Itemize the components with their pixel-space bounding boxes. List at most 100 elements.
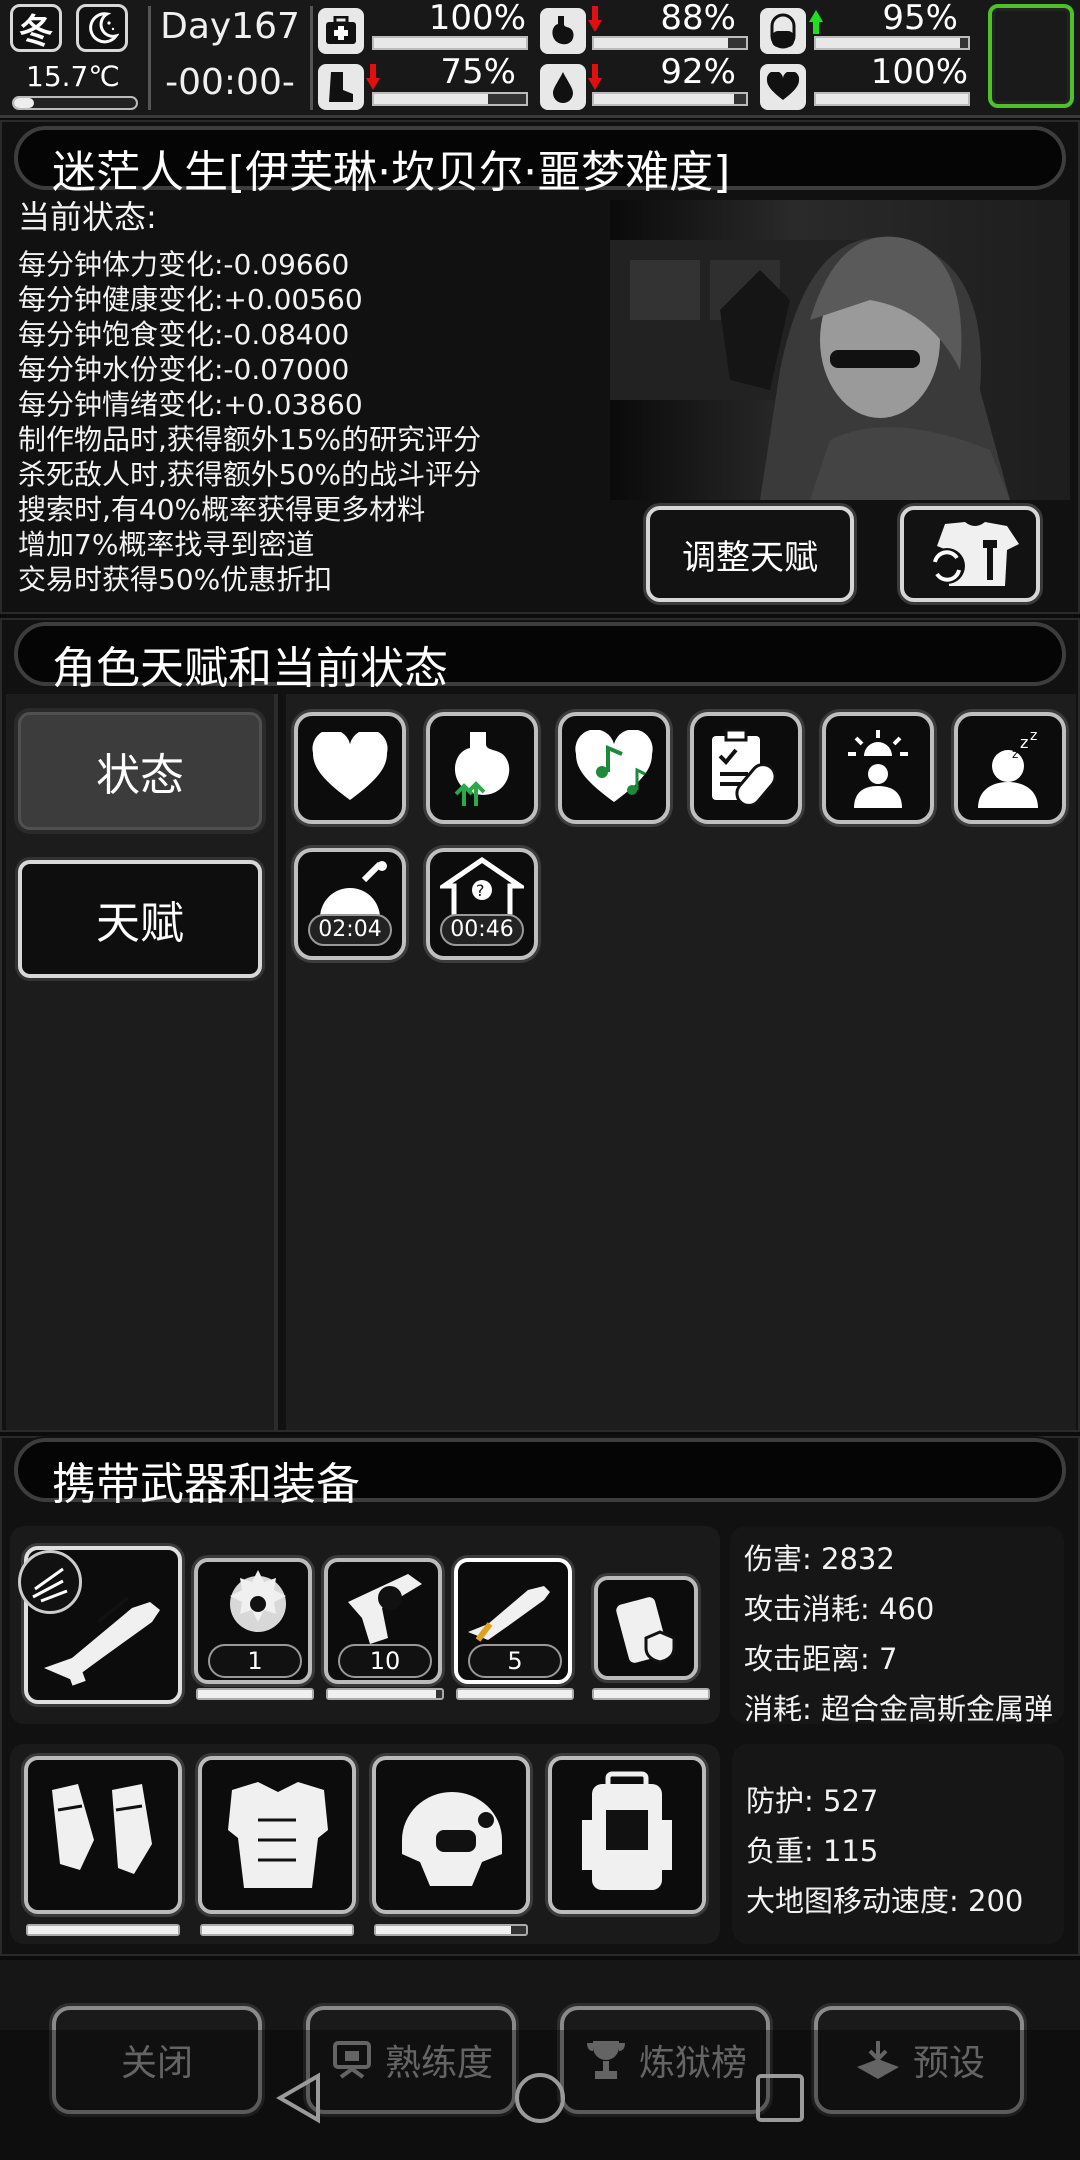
body-armor-durability [200,1924,354,1936]
nav-recents-icon[interactable] [752,2070,808,2126]
adjust-talent-button[interactable]: 调整天赋 [646,506,854,602]
svg-text:z: z [1012,747,1018,761]
status-title: 当前状态: [18,198,157,236]
water-bar [592,92,748,106]
svg-text:?: ? [476,881,485,900]
satiety-bar [592,36,748,50]
pill-icon[interactable] [760,8,806,54]
throwable-count-value: 1 [247,1647,263,1675]
body-armor-slot[interactable] [198,1756,356,1914]
body-armor-icon [228,1782,328,1888]
shelter-timer: 00:46 [440,914,524,946]
talent-header-title: 角色天赋和当前状态 [52,643,448,694]
helmet-icon [402,1792,502,1886]
map-move-speed: 大地图移动速度: 200 [746,1884,1024,1918]
temperature-bar [12,96,138,110]
secondary-weapon-slot[interactable]: 10 [324,1558,442,1684]
helmet-slot[interactable] [372,1756,530,1914]
shelter-question-icon[interactable]: ? 00:46 [426,848,538,960]
heart-icon[interactable] [760,64,806,110]
stomach-icon[interactable] [540,8,586,54]
shield-durability [592,1688,710,1700]
armor-weight: 负重: 115 [746,1834,879,1868]
svg-text:z: z [1020,733,1028,752]
status-line: 每分钟水份变化:-0.07000 [18,353,350,386]
revolver-icon [348,1574,422,1644]
character-header: 迷茫人生[伊芙琳·坎贝尔·噩梦难度] [14,126,1066,198]
character-portrait [610,200,1070,500]
food-timer: 02:04 [308,914,392,946]
day-counter: Day167 [160,6,300,47]
nav-back-icon[interactable] [272,2070,328,2126]
helmet-durability [374,1924,528,1936]
primary-durability [456,1688,574,1700]
primary-weapon-slot[interactable]: 5 [454,1558,572,1684]
pill-pct: 95% [882,0,958,38]
health-pct: 100% [428,0,526,38]
food-timer-icon[interactable]: 02:04 [294,848,406,960]
gloves-icon [52,1784,152,1874]
stomach-arrows-icon[interactable] [426,712,538,824]
shield-device-slot[interactable] [594,1576,698,1680]
weapon-info-box: 伤害: 2832 攻击消耗: 460 攻击距离: 7 消耗: 超合金高斯金属弹 [730,1526,1064,1726]
backpack-slot[interactable] [548,1756,706,1914]
equipment-header-title: 携带武器和装备 [52,1459,360,1510]
sleep-person-icon[interactable]: zzz [954,712,1066,824]
medkit-icon[interactable] [318,8,364,54]
boot-icon[interactable] [318,64,364,110]
gloves-slot[interactable] [24,1756,182,1914]
armor-defense: 防护: 527 [746,1784,879,1818]
heart-status-icon[interactable] [294,712,406,824]
equipment-header: 携带武器和装备 [14,1438,1066,1510]
water-drop-icon[interactable] [540,64,586,110]
tab-talent[interactable]: 天赋 [18,860,262,978]
backpack-icon [582,1771,672,1890]
satiety-pct: 88% [660,0,736,38]
secondary-ammo-count: 10 [338,1644,432,1678]
primary-ammo-value: 5 [507,1647,523,1675]
status-line: 搜索时,有40%概率获得更多材料 [18,493,426,526]
saw-blade-icon [230,1570,286,1632]
temperature-value: 15.7℃ [26,60,120,93]
status-line: 增加7%概率找寻到密道 [18,528,315,561]
change-outfit-button[interactable] [900,506,1040,602]
character-header-title: 迷茫人生[伊芙琳·坎贝尔·噩梦难度] [52,147,731,198]
status-line: 交易时获得50%优惠折扣 [18,563,333,596]
season-icon: 冬 [10,4,62,52]
throwable-count: 1 [208,1644,302,1678]
time-display: -00:00- [165,62,295,103]
stamina-bar [372,92,528,106]
temperature-widget: 15.7℃ [8,60,138,114]
status-line: 制作物品时,获得额外15%的研究评分 [18,423,482,456]
music-heart-icon[interactable] [558,712,670,824]
status-line: 每分钟健康变化:+0.00560 [18,283,363,316]
pill-bar [814,36,970,50]
status-line: 每分钟体力变化:-0.09660 [18,248,350,281]
mood-pct: 100% [870,52,968,92]
stamina-pct: 75% [440,52,516,92]
armor-info-box: 防护: 527 负重: 115 大地图移动速度: 200 [732,1744,1064,1944]
primary-ammo-count: 5 [468,1644,562,1678]
water-pct: 92% [660,52,736,92]
gloves-durability [26,1924,180,1936]
throwable-durability [196,1688,314,1700]
rifle-icon [468,1586,550,1642]
weapon-ammo: 消耗: 超合金高斯金属弹 [744,1692,1053,1726]
svg-text:z: z [1030,728,1037,744]
outfit-refresh-icon [929,522,1019,586]
weapon-attack-range: 攻击距离: 7 [744,1642,898,1676]
nav-home-icon[interactable] [512,2070,568,2126]
weapon-damage: 伤害: 2832 [744,1542,895,1576]
secondary-durability [326,1688,444,1700]
top-status-bar: 冬 15.7℃ Day167 -00:00- 100% 88% 95% 75% … [0,0,1080,118]
alarm-person-icon[interactable] [822,712,934,824]
tab-status[interactable]: 状态 [18,712,262,830]
shield-device-icon [616,1597,676,1664]
moon-icon [76,4,128,52]
clipboard-pill-icon[interactable] [690,712,802,824]
status-line: 每分钟饱食变化:-0.08400 [18,318,350,351]
secondary-ammo-value: 10 [369,1647,401,1675]
weapon-mode-icon[interactable] [18,1550,82,1614]
throwable-slot[interactable]: 1 [194,1558,312,1684]
quick-slot[interactable] [988,4,1074,108]
